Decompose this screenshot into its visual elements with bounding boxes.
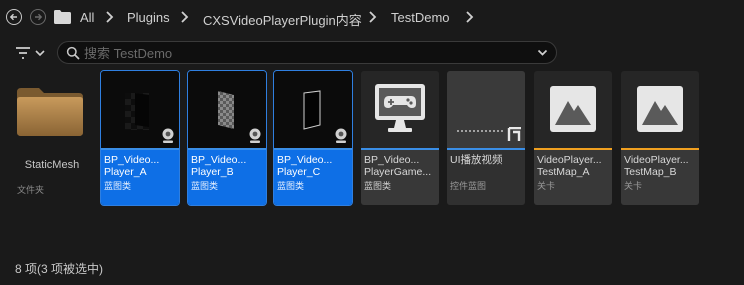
back-button[interactable] [6, 9, 22, 25]
widget-thumbnail [447, 71, 525, 148]
asset-name-line2: Player_C [277, 166, 321, 178]
search-box [57, 41, 557, 64]
asset-name-line2: TestMap_B [624, 166, 677, 178]
folder-icon [17, 88, 83, 136]
asset-name: VideoPlayer... [624, 154, 689, 166]
asset-name: BP_Video... [191, 154, 247, 166]
filter-button[interactable] [14, 44, 50, 62]
asset-grid: StaticMesh 文件夹 BP_Video... Player_A 蓝图类 [0, 66, 744, 285]
breadcrumb-item-all[interactable]: All [80, 10, 94, 25]
asset-name: StaticMesh [24, 159, 80, 171]
search-input[interactable] [84, 44, 524, 62]
forward-button[interactable] [30, 9, 46, 25]
asset-tile-level-b[interactable]: VideoPlayer... TestMap_B 关卡 [621, 71, 699, 205]
asset-name: UI播放视频 [450, 154, 503, 166]
gamepad-monitor-icon [361, 71, 439, 148]
asset-type: 关卡 [537, 181, 556, 191]
asset-tile-bp-player-a[interactable]: BP_Video... Player_A 蓝图类 [100, 70, 180, 206]
asset-name-line2: TestMap_A [537, 166, 590, 178]
webcam-icon [162, 128, 174, 143]
breadcrumb-item-plugin-content[interactable]: CXSVideoPlayerPlugin内容 [203, 10, 362, 29]
asset-type: 文件夹 [17, 185, 45, 195]
chevron-down-icon [35, 50, 45, 57]
chevron-right-icon[interactable] [464, 11, 474, 23]
asset-tile-bp-player-c[interactable]: BP_Video... Player_C 蓝图类 [273, 70, 353, 206]
webcam-icon [335, 128, 347, 143]
asset-tile-bp-player-b[interactable]: BP_Video... Player_B 蓝图类 [187, 70, 267, 206]
asset-type: 蓝图类 [104, 181, 132, 191]
asset-type: 控件蓝图 [450, 181, 487, 191]
asset-name: BP_Video... [364, 154, 420, 166]
level-icon [534, 71, 612, 148]
folder-item-staticmesh[interactable]: StaticMesh 文件夹 [0, 71, 104, 205]
arrow-left-icon [9, 13, 17, 21]
webcam-icon [249, 128, 261, 143]
asset-tile-bp-playergame[interactable]: BP_Video... PlayerGame... 蓝图类 [361, 71, 439, 205]
asset-name-line2: Player_A [104, 166, 147, 178]
asset-type: 关卡 [624, 181, 643, 191]
selection-status: 8 项(3 项被选中) [15, 262, 104, 276]
asset-tile-ui-widget[interactable]: UI播放视频 控件蓝图 [447, 71, 525, 205]
asset-type: 蓝图类 [277, 181, 305, 191]
folder-icon [54, 10, 71, 24]
asset-name: BP_Video... [277, 154, 333, 166]
asset-type: 蓝图类 [364, 181, 392, 191]
filter-icon [16, 47, 30, 59]
breadcrumb: All Plugins CXSVideoPlayerPlugin内容 TestD… [0, 0, 744, 35]
asset-tile-level-a[interactable]: VideoPlayer... TestMap_A 关卡 [534, 71, 612, 205]
level-icon [621, 71, 699, 148]
chevron-down-icon[interactable] [537, 48, 548, 58]
chevron-right-icon[interactable] [367, 11, 377, 23]
arrow-right-icon [35, 13, 43, 21]
breadcrumb-item-plugins[interactable]: Plugins [127, 10, 170, 25]
video-thumbnail [274, 71, 352, 148]
asset-name: VideoPlayer... [537, 154, 602, 166]
asset-name-line2: Player_B [191, 166, 234, 178]
asset-type: 蓝图类 [191, 181, 219, 191]
asset-name: BP_Video... [104, 154, 160, 166]
search-icon [66, 46, 80, 60]
video-thumbnail [188, 71, 266, 148]
asset-name-line2: PlayerGame... [364, 166, 432, 178]
chevron-right-icon[interactable] [104, 11, 114, 23]
video-thumbnail [101, 71, 179, 148]
chevron-right-icon[interactable] [179, 11, 189, 23]
breadcrumb-item-testdemo[interactable]: TestDemo [391, 10, 450, 25]
